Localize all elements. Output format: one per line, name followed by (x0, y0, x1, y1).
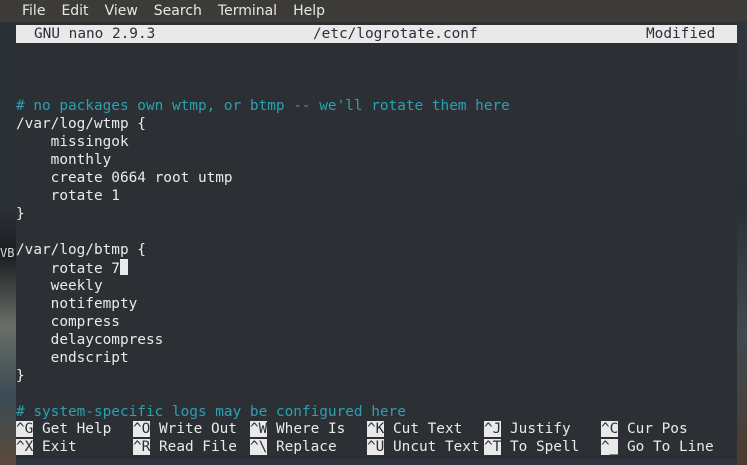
shortcut-cut-text[interactable]: ^K Cut Text (367, 420, 462, 438)
line-text: notifempty (16, 296, 138, 312)
code-line: delaycompress (16, 331, 737, 349)
line-text: } (16, 206, 25, 222)
line-text: /var/log/btmp { (16, 242, 146, 258)
line-text: rotate 7 (16, 261, 120, 277)
shortcut-write-out[interactable]: ^O Write Out (133, 420, 237, 438)
code-line: endscript (16, 349, 737, 367)
line-text: delaycompress (16, 332, 164, 348)
shortcut-key: ^U (367, 439, 385, 455)
menu-terminal[interactable]: Terminal (218, 0, 285, 22)
shortcut-label: Read File (150, 439, 237, 455)
shortcut-key: ^C (601, 421, 619, 437)
code-line: compress (16, 313, 737, 331)
line-text: endscript (16, 350, 129, 366)
shortcut-justify[interactable]: ^J Justify (484, 420, 571, 438)
nano-version: GNU nano 2.9.3 (34, 26, 156, 42)
shortcut-label: Where Is (267, 421, 346, 437)
shortcut-label: Cur Pos (618, 421, 688, 437)
shortcut-key: ^R (133, 439, 151, 455)
code-line: } (16, 367, 737, 385)
nano-title-bar: GNU nano 2.9.3 /etc/logrotate.conf Modif… (16, 25, 737, 43)
line-text: /var/log/wtmp { (16, 116, 146, 132)
line-text: weekly (16, 278, 103, 294)
shortcut-to-spell[interactable]: ^T To Spell (484, 438, 579, 456)
shortcut-label: Replace (267, 439, 337, 455)
comment-line: # no packages own wtmp, or btmp -- we'll… (16, 97, 737, 115)
terminal-menubar: File Edit View Search Terminal Help (0, 0, 747, 22)
shortcut-cur-pos[interactable]: ^C Cur Pos (601, 420, 688, 438)
shortcut-key: ^G (16, 421, 34, 437)
shortcut-label: Cut Text (384, 421, 463, 437)
shortcut-label: To Spell (501, 439, 580, 455)
editor-text-area[interactable]: # no packages own wtmp, or btmp -- we'll… (16, 79, 737, 421)
shortcut-label: Get Help (33, 421, 112, 437)
code-line: rotate 1 (16, 187, 737, 205)
shortcut-key: ^K (367, 421, 385, 437)
code-line: /var/log/wtmp { (16, 115, 737, 133)
shortcut-row-1: ^G Get Help ^O Write Out ^W Where Is ^K Cut… (16, 420, 737, 438)
line-text: # system-specific logs may be configured… (16, 404, 406, 420)
nano-modified-status: Modified (646, 26, 716, 42)
shortcut-key: ^\ (250, 439, 268, 455)
shortcut-go-to-line[interactable]: ^_ Go To Line (601, 438, 714, 456)
code-line: notifempty (16, 295, 737, 313)
shortcut-key: ^X (16, 439, 34, 455)
shortcut-key: ^_ (601, 439, 619, 455)
comment-line: # system-specific logs may be configured… (16, 403, 737, 421)
line-text: compress (16, 314, 120, 330)
line-text: missingok (16, 134, 129, 150)
shortcut-label: Exit (33, 439, 77, 455)
code-line: weekly (16, 277, 737, 295)
shortcut-replace[interactable]: ^\ Replace (250, 438, 337, 456)
shortcut-label: Go To Line (618, 439, 714, 455)
shortcut-label: Write Out (150, 421, 237, 437)
shortcut-get-help[interactable]: ^G Get Help (16, 420, 111, 438)
screen: VB File Edit View Search Terminal Help G… (0, 0, 747, 465)
menu-file[interactable]: File (22, 0, 53, 22)
menu-help[interactable]: Help (293, 0, 333, 22)
shortcut-uncut-text[interactable]: ^U Uncut Text (367, 438, 480, 456)
code-line: monthly (16, 151, 737, 169)
desktop-fragment-text: VB (0, 246, 15, 260)
shortcut-label: Justify (501, 421, 571, 437)
code-line: create 0664 root utmp (16, 169, 737, 187)
text-cursor (119, 259, 128, 275)
shortcut-exit[interactable]: ^X Exit (16, 438, 77, 456)
shortcut-label: Uncut Text (384, 439, 480, 455)
line-text: create 0664 root utmp (16, 170, 233, 186)
line-text: # no packages own wtmp, or btmp -- we'll… (16, 98, 510, 114)
desktop-background-left: VB (0, 0, 16, 465)
code-line: } (16, 205, 737, 223)
terminal-window[interactable]: GNU nano 2.9.3 /etc/logrotate.conf Modif… (16, 22, 737, 459)
code-line: /var/log/btmp { (16, 241, 737, 259)
desktop-background-right (737, 22, 747, 465)
shortcut-where-is[interactable]: ^W Where Is (250, 420, 345, 438)
line-text: rotate 1 (16, 188, 120, 204)
shortcut-key: ^O (133, 421, 151, 437)
shortcut-key: ^T (484, 439, 502, 455)
shortcut-bar: ^G Get Help ^O Write Out ^W Where Is ^K Cut… (16, 420, 737, 456)
code-line: rotate 7 (16, 259, 737, 277)
line-text: monthly (16, 152, 112, 168)
code-line: missingok (16, 133, 737, 151)
menu-view[interactable]: View (105, 0, 146, 22)
shortcut-key: ^W (250, 421, 268, 437)
nano-filename: /etc/logrotate.conf (313, 26, 478, 42)
shortcut-key: ^J (484, 421, 502, 437)
menu-edit[interactable]: Edit (61, 0, 96, 22)
menu-search[interactable]: Search (154, 0, 210, 22)
shortcut-read-file[interactable]: ^R Read File (133, 438, 237, 456)
shortcut-row-2: ^X Exit ^R Read File ^\ Replace ^U Uncut Te… (16, 438, 737, 456)
line-text: } (16, 368, 25, 384)
